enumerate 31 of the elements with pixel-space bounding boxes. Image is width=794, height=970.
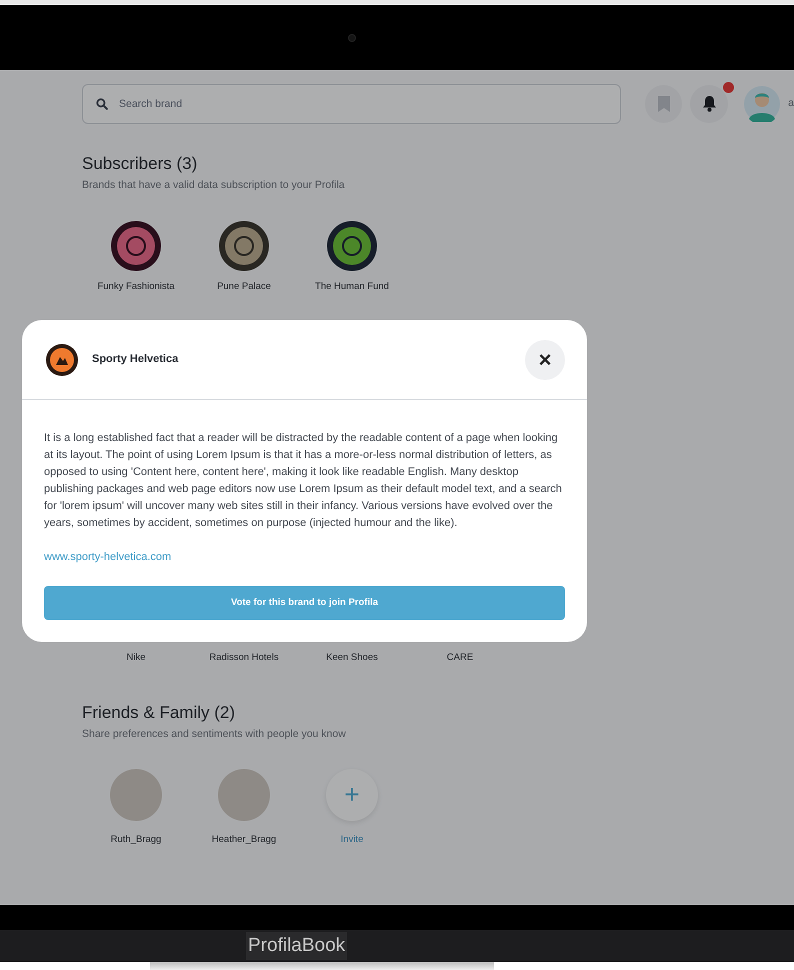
vote-button[interactable]: Vote for this brand to join Profila xyxy=(44,586,565,620)
user-name[interactable]: a xyxy=(788,96,794,112)
brand-logo[interactable] xyxy=(218,220,270,272)
brand-name: Keen Shoes xyxy=(326,651,378,666)
search-field[interactable]: Search brand xyxy=(82,84,621,124)
brand-name: Pune Palace xyxy=(217,280,271,294)
notifications-button[interactable] xyxy=(690,84,728,122)
camera-dot xyxy=(348,34,356,42)
section-title: Friends & Family (2) xyxy=(82,702,236,724)
brand-name: The Human Fund xyxy=(315,280,389,294)
brand-name: CARE xyxy=(446,651,474,666)
close-button[interactable]: × xyxy=(525,340,565,380)
invite-link[interactable]: Invite xyxy=(340,832,364,848)
website-link[interactable]: www.sporty-helvetica.com xyxy=(44,551,172,563)
bookmark-icon xyxy=(658,96,670,112)
brand-description: It is a long established fact that a reader will be distracted by the readable content of a page when looking at its layout. The point of using Lorem Ipsum is that it has a more-or-less normal distribution of letters, as opposed to using 'Content here, content here', making it look like readable English. Many desktop publishing packages and web page editors now use Lorem Ipsum as their default model text, and a search for 'lorem ipsum' will uncover many web sites still in their infancy. Various versions have evolved over the years, sometimes by accident, sometimes on purpose (injected humour and the like). xyxy=(44,431,563,531)
person-name: Heather_Bragg xyxy=(212,832,276,847)
person-name: Ruth_Bragg xyxy=(110,832,162,847)
brand-name: Funky Fashionista xyxy=(97,280,175,294)
brand-name: Nike xyxy=(126,651,146,666)
section-subtitle: Brands that have a valid data subscription to your Profila xyxy=(82,178,346,194)
brand-logo xyxy=(46,344,78,376)
device-label: ProfilaBook xyxy=(246,932,348,960)
brand-name: Radisson Hotels xyxy=(209,651,279,666)
bell-icon xyxy=(702,95,717,112)
section-title: Subscribers (3) xyxy=(82,154,198,174)
brand-logo[interactable] xyxy=(110,220,162,272)
section-subtitle: Share preferences and sentiments with people you know xyxy=(82,727,347,742)
brand-logo[interactable] xyxy=(326,220,378,272)
modal-title: Sporty Helvetica xyxy=(92,352,178,368)
invite-button[interactable]: + xyxy=(326,768,378,821)
